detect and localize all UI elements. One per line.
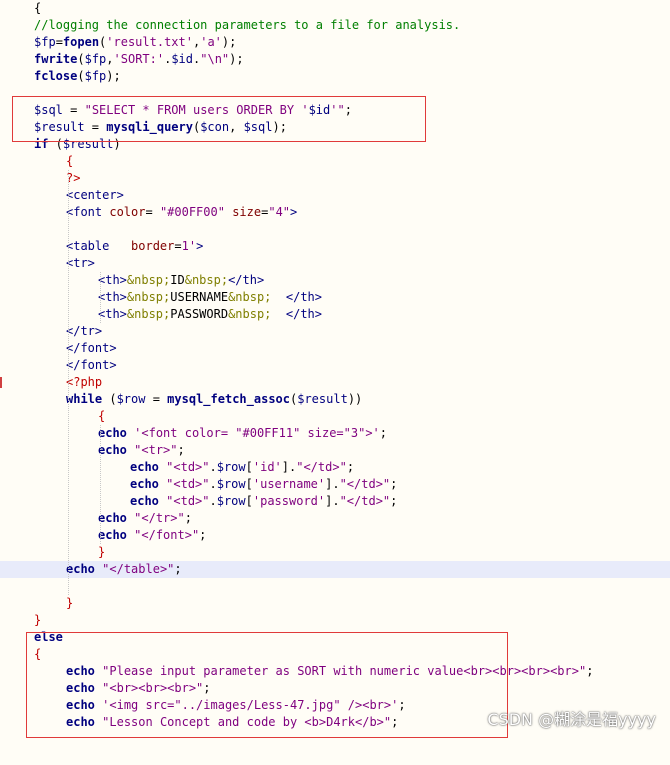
indent-guide bbox=[68, 170, 69, 595]
code-line-37[interactable]: } bbox=[0, 612, 670, 629]
code-line-12[interactable]: <center> bbox=[0, 187, 670, 204]
code-line-39[interactable]: { bbox=[0, 646, 670, 663]
code-line-9[interactable]: if ($result) bbox=[0, 136, 670, 153]
code-line-23[interactable]: <?php bbox=[0, 374, 670, 391]
code-line-38[interactable]: else bbox=[0, 629, 670, 646]
code-line-10[interactable]: { bbox=[0, 153, 670, 170]
change-marker bbox=[0, 377, 2, 388]
code-line-6[interactable] bbox=[0, 85, 670, 102]
code-line-7[interactable]: $sql = "SELECT * FROM users ORDER BY '$i… bbox=[0, 102, 670, 119]
code-line-11[interactable]: ?> bbox=[0, 170, 670, 187]
code-line-1[interactable]: { bbox=[0, 0, 670, 17]
comment: //logging the connection parameters to a… bbox=[34, 18, 461, 32]
code-line-13[interactable]: <font color= "#00FF00" size="4"> bbox=[0, 204, 670, 221]
code-line-8[interactable]: $result = mysqli_query($con, $sql); bbox=[0, 119, 670, 136]
code-line-21[interactable]: </font> bbox=[0, 340, 670, 357]
code-line-35[interactable] bbox=[0, 578, 670, 595]
code-line-41[interactable]: echo "<br><br><br>"; bbox=[0, 680, 670, 697]
code-line-2[interactable]: //logging the connection parameters to a… bbox=[0, 17, 670, 34]
code-line-24[interactable]: while ($row = mysql_fetch_assoc($result)… bbox=[0, 391, 670, 408]
code-line-14[interactable] bbox=[0, 221, 670, 238]
code-line-5[interactable]: fclose($fp); bbox=[0, 68, 670, 85]
code-line-16[interactable]: <tr> bbox=[0, 255, 670, 272]
code-line-36[interactable]: } bbox=[0, 595, 670, 612]
code-line-40[interactable]: echo "Please input parameter as SORT wit… bbox=[0, 663, 670, 680]
csdn-watermark: CSDN @糊涂是福yyyy bbox=[487, 710, 656, 729]
code-line-22[interactable]: </font> bbox=[0, 357, 670, 374]
code-line-3[interactable]: $fp=fopen('result.txt','a'); bbox=[0, 34, 670, 51]
indent-guide bbox=[100, 425, 101, 544]
indent-guide bbox=[100, 272, 101, 323]
code-line-20[interactable]: </tr> bbox=[0, 323, 670, 340]
code-line-34-current[interactable]: echo "</table>"; bbox=[0, 561, 670, 578]
code-line-33[interactable]: } bbox=[0, 544, 670, 561]
code-line-25[interactable]: { bbox=[0, 408, 670, 425]
code-line-15[interactable]: <table border=1'> bbox=[0, 238, 670, 255]
code-line-4[interactable]: fwrite($fp,'SORT:'.$id."\n"); bbox=[0, 51, 670, 68]
